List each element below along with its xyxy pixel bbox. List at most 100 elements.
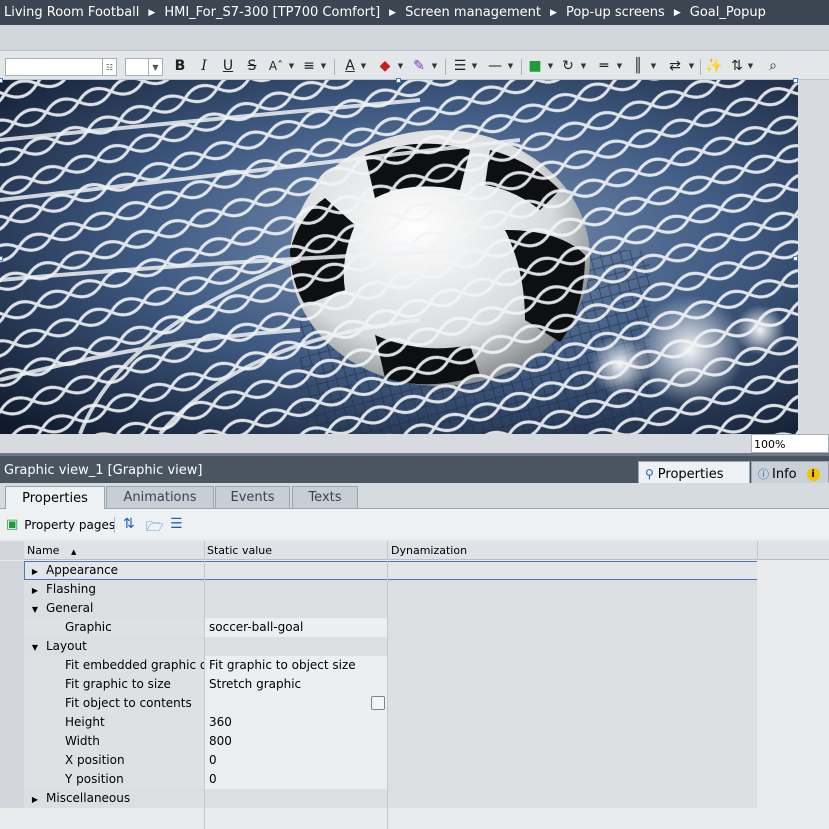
italic-button[interactable]: I: [196, 57, 212, 75]
column-divider[interactable]: [204, 541, 205, 560]
chevron-down-icon[interactable]: ▼: [429, 57, 439, 75]
breadcrumb-item-popup-screens[interactable]: Pop-up screens: [566, 5, 665, 20]
property-group-row[interactable]: ▼ General: [0, 599, 829, 618]
property-row[interactable]: Fit graphic to size Stretch graphic: [0, 675, 829, 694]
property-group-row[interactable]: ▶ Appearance: [0, 561, 829, 580]
static-value-cell[interactable]: 800: [204, 732, 387, 751]
static-value-cell[interactable]: 0: [204, 770, 387, 789]
column-header-name[interactable]: Name ▲: [27, 544, 76, 557]
chevron-down-icon[interactable]: ▼: [358, 57, 368, 75]
static-value-cell[interactable]: 360: [204, 713, 387, 732]
property-row[interactable]: Y position 0: [0, 770, 829, 789]
resize-handle[interactable]: [0, 256, 3, 261]
text-align-button[interactable]: ≡: [300, 57, 318, 75]
chevron-down-icon[interactable]: ▼: [578, 57, 588, 75]
chevron-down-icon[interactable]: ▼: [686, 57, 696, 75]
property-row[interactable]: Width 800: [0, 732, 829, 751]
screen-canvas[interactable]: 100%: [0, 78, 829, 453]
underline-button[interactable]: U: [220, 57, 236, 75]
static-value-text: soccer-ball-goal: [209, 620, 304, 634]
collapse-triangle-icon[interactable]: ▼: [28, 643, 42, 652]
chevron-down-icon[interactable]: ▼: [469, 57, 479, 75]
resize-handle[interactable]: [0, 78, 3, 83]
chevron-down-icon[interactable]: ▼: [614, 57, 624, 75]
static-value-cell[interactable]: Stretch graphic: [204, 675, 387, 694]
subtab-properties[interactable]: Properties: [5, 486, 105, 510]
row-gutter: [0, 618, 24, 637]
subtab-texts[interactable]: Texts: [292, 486, 358, 509]
strikethrough-button[interactable]: S: [244, 57, 260, 75]
distribute-icon[interactable]: ║: [630, 57, 646, 75]
chevron-down-icon[interactable]: ▼: [286, 57, 296, 75]
static-value-cell[interactable]: Fit graphic to object size: [204, 656, 387, 675]
property-row[interactable]: Fit embedded graphic o... Fit graphic to …: [0, 656, 829, 675]
dynamization-cell[interactable]: [387, 656, 757, 675]
property-group-row[interactable]: ▼ Layout: [0, 637, 829, 656]
resize-handle[interactable]: [793, 256, 798, 261]
static-value-cell[interactable]: soccer-ball-goal: [204, 618, 387, 637]
chevron-down-icon[interactable]: ▼: [745, 57, 755, 75]
font-family-dropdown[interactable]: ☷: [5, 58, 117, 76]
font-grow-button[interactable]: Aˆ: [266, 57, 286, 75]
fit-object-checkbox[interactable]: [371, 696, 385, 710]
breadcrumb-item-project[interactable]: Living Room Football: [4, 5, 139, 20]
dynamization-cell[interactable]: [387, 751, 757, 770]
chevron-down-icon[interactable]: ▼: [545, 57, 555, 75]
column-divider[interactable]: [387, 541, 388, 560]
list-view-icon[interactable]: ☰: [170, 516, 183, 532]
line-width-icon[interactable]: ☰: [451, 57, 469, 75]
chevron-down-icon[interactable]: ▼: [318, 57, 328, 75]
resize-handle[interactable]: [396, 78, 401, 83]
chevron-down-icon[interactable]: ▼: [148, 59, 162, 75]
static-value-cell[interactable]: 0: [204, 751, 387, 770]
column-header-static-value[interactable]: Static value: [207, 544, 272, 557]
subtab-animations[interactable]: Animations: [106, 486, 214, 509]
format-painter-icon[interactable]: ✨: [705, 57, 722, 75]
property-group-row[interactable]: ▶ Flashing: [0, 580, 829, 599]
font-size-dropdown[interactable]: ▼: [125, 58, 163, 76]
rotate-icon[interactable]: ↻: [560, 57, 576, 75]
same-size-icon[interactable]: ⇄: [666, 57, 684, 75]
property-row[interactable]: X position 0: [0, 751, 829, 770]
static-value-cell[interactable]: [204, 694, 387, 713]
column-divider[interactable]: [757, 541, 758, 560]
property-row[interactable]: Height 360: [0, 713, 829, 732]
breadcrumb-item-goal-popup[interactable]: Goal_Popup: [690, 5, 766, 20]
property-group-row[interactable]: ▶ Miscellaneous: [0, 789, 829, 808]
dynamization-cell[interactable]: [387, 675, 757, 694]
line-style-icon[interactable]: —: [486, 57, 504, 75]
align-objects-icon[interactable]: ═: [596, 57, 612, 75]
sort-alphabetical-icon[interactable]: ⇅: [123, 516, 135, 532]
chevron-down-icon[interactable]: ▼: [505, 57, 515, 75]
resize-handle[interactable]: [793, 78, 798, 83]
line-color-icon[interactable]: ✎: [411, 57, 427, 75]
dynamization-cell[interactable]: [387, 694, 757, 713]
graphic-view[interactable]: [0, 80, 798, 434]
breadcrumb-item-screen-management[interactable]: Screen management: [405, 5, 541, 20]
font-color-button[interactable]: A: [342, 57, 358, 75]
column-header-dynamization[interactable]: Dynamization: [391, 544, 467, 557]
dynamization-cell[interactable]: [387, 732, 757, 751]
subtab-events[interactable]: Events: [215, 486, 290, 509]
breadcrumb-item-device[interactable]: HMI_For_S7-300 [TP700 Comfort]: [164, 5, 380, 20]
dynamization-cell[interactable]: [387, 618, 757, 637]
chevron-down-icon[interactable]: ▼: [395, 57, 405, 75]
zoom-level-field[interactable]: 100%: [751, 434, 829, 453]
expand-triangle-icon[interactable]: ▶: [28, 586, 42, 595]
chevron-down-icon[interactable]: ▼: [648, 57, 658, 75]
fill-color-icon[interactable]: ◆: [377, 57, 393, 75]
property-row[interactable]: Graphic soccer-ball-goal: [0, 618, 829, 637]
bold-button[interactable]: B: [172, 57, 188, 75]
property-pages-button[interactable]: ▣ Property pages: [6, 517, 115, 532]
arrange-icon[interactable]: ■: [527, 57, 543, 75]
property-row[interactable]: Fit object to contents: [0, 694, 829, 713]
dynamization-cell[interactable]: [387, 770, 757, 789]
dynamization-cell[interactable]: [387, 713, 757, 732]
zoom-selection-icon[interactable]: ⌕: [764, 57, 782, 75]
row-gutter: [0, 561, 24, 580]
font-picker-icon[interactable]: ☷: [102, 59, 116, 75]
folder-view-icon[interactable]: 🗁: [146, 516, 163, 540]
collapse-triangle-icon[interactable]: ▼: [28, 605, 42, 614]
layer-order-icon[interactable]: ⇅: [729, 57, 745, 75]
expand-triangle-icon[interactable]: ▶: [28, 795, 42, 804]
